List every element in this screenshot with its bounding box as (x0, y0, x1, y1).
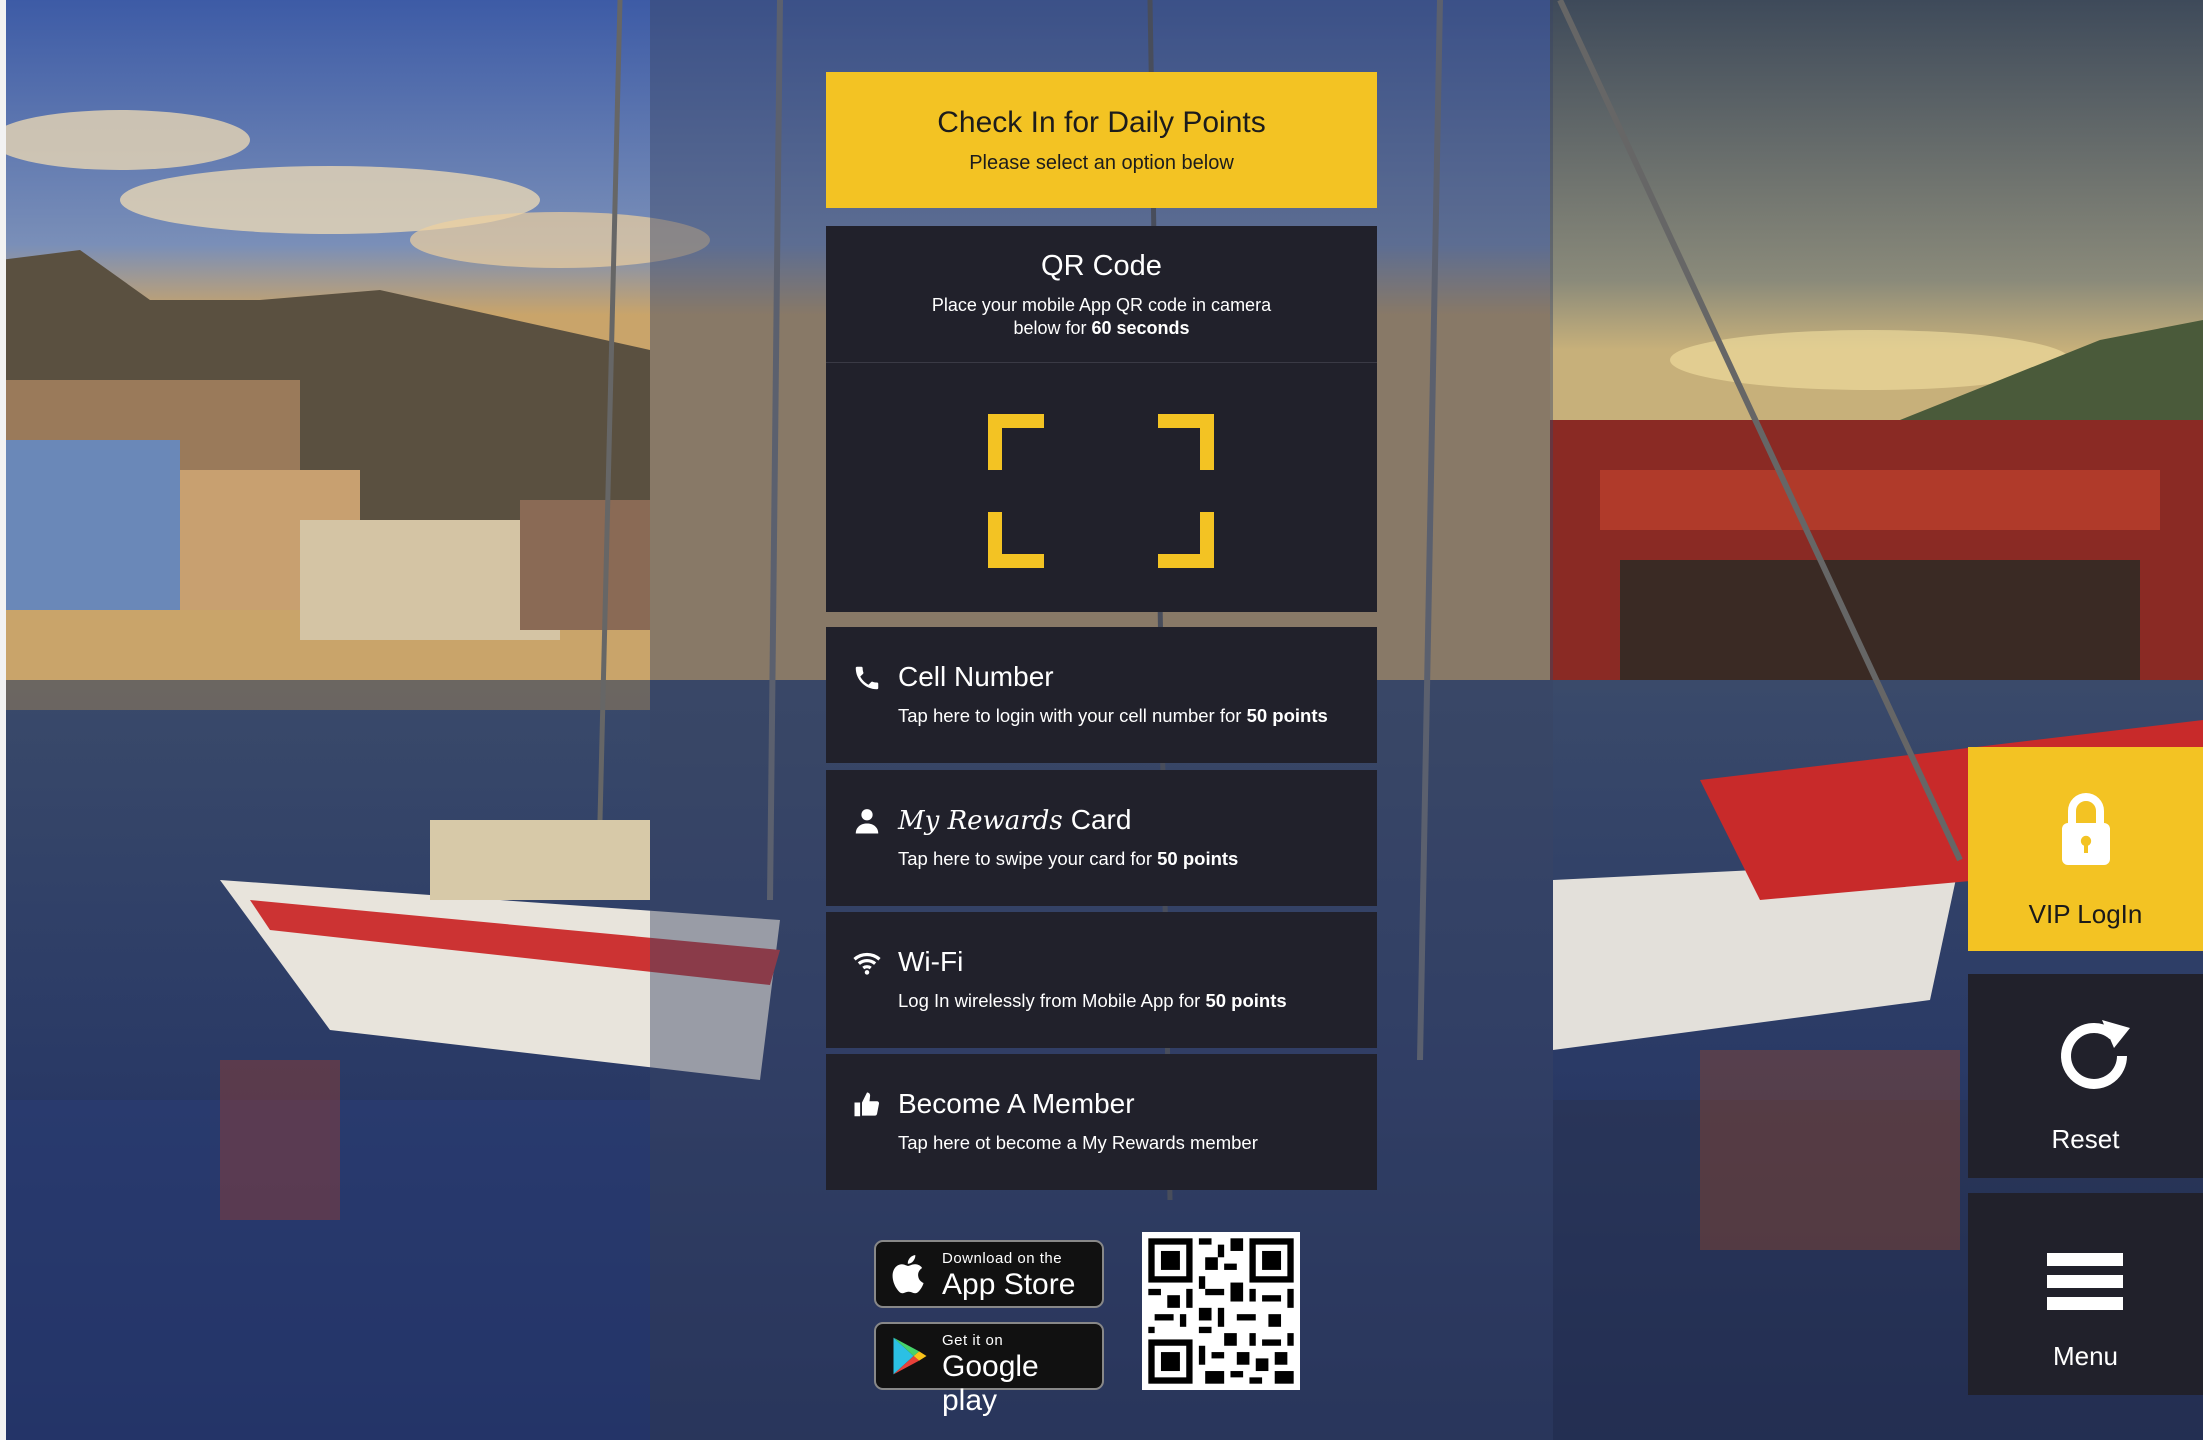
check-in-header: Check In for Daily Points Please select … (826, 72, 1377, 208)
rewards-card-option[interactable]: My Rewards Card Tap here to swipe your ca… (826, 770, 1377, 906)
my-rewards-script-text: My Rewards (898, 806, 1063, 836)
rewards-card-title-text: Card (1070, 804, 1132, 835)
qr-instruction-line1: Place your mobile App QR code in camera (931, 295, 1272, 315)
become-member-option[interactable]: Become A Member Tap here ot become a My … (826, 1054, 1377, 1190)
user-icon (855, 809, 879, 834)
app-store-badge[interactable]: Download on the App Store (874, 1240, 1104, 1308)
vip-login-label: VIP LogIn (2028, 899, 2143, 929)
menu-label: Menu (2052, 1341, 2119, 1371)
qr-code-panel: QR Code Place your mobile App QR code in… (826, 226, 1377, 612)
reset-button[interactable]: Reset (1968, 974, 2203, 1178)
cell-number-option[interactable]: Cell Number Tap here to login with your … (826, 627, 1377, 763)
hamburger-menu-icon (2047, 1253, 2123, 1310)
wifi-icon (853, 952, 881, 975)
reset-label: Reset (2051, 1124, 2120, 1154)
qr-instruction-line2-prefix: below for (1013, 318, 1087, 338)
google-play-small-text: Get it on (942, 1332, 1004, 1349)
wifi-description: Log In wirelessly from Mobile App for 50… (898, 990, 1287, 1012)
apple-icon (892, 1255, 924, 1294)
google-play-icon (893, 1337, 927, 1375)
app-store-small-text: Download on the (942, 1250, 1063, 1267)
wifi-title: Wi-Fi (898, 946, 964, 977)
phone-icon (855, 666, 879, 690)
cell-number-title: Cell Number (898, 661, 1054, 692)
become-member-title: Become A Member (898, 1088, 1135, 1119)
wifi-option[interactable]: Wi-Fi Log In wirelessly from Mobile App … (826, 912, 1377, 1048)
qr-code-image (1142, 1232, 1300, 1390)
rewards-card-description-text: Tap here to swipe your card for (898, 848, 1152, 869)
wifi-points: 50 points (1205, 990, 1287, 1011)
page-subtitle: Please select an option below (969, 152, 1234, 174)
google-play-badge[interactable]: Get it on Google play (874, 1322, 1104, 1417)
wifi-description-text: Log In wirelessly from Mobile App for (898, 990, 1201, 1011)
scan-corner-top-left (988, 414, 1044, 470)
qr-code-title: QR Code (1041, 250, 1162, 282)
rewards-card-points: 50 points (1157, 848, 1239, 869)
google-play-big-text: Google play (942, 1350, 1039, 1417)
cell-number-description-text: Tap here to login with your cell number … (898, 705, 1242, 726)
page-title: Check In for Daily Points (937, 106, 1266, 139)
scan-corner-top-right (1158, 414, 1214, 470)
rewards-card-description: Tap here to swipe your card for 50 point… (898, 848, 1238, 870)
lock-icon (2062, 793, 2110, 865)
qr-code-instructions: Place your mobile App QR code in camera … (886, 294, 1317, 340)
scan-corner-bottom-left (988, 512, 1044, 568)
vip-login-button[interactable]: VIP LogIn (1968, 747, 2203, 951)
scan-frame-icon (988, 414, 1214, 568)
rewards-card-title: My Rewards Card (898, 804, 1131, 836)
menu-button[interactable]: Menu (1968, 1193, 2203, 1395)
app-download-qr-code[interactable] (1142, 1232, 1300, 1390)
qr-divider (826, 362, 1377, 363)
app-store-big-text: App Store (942, 1268, 1076, 1301)
refresh-icon (2061, 1020, 2130, 1089)
cell-number-description: Tap here to login with your cell number … (898, 705, 1328, 727)
thumbs-up-icon (854, 1092, 880, 1117)
cell-number-points: 50 points (1246, 705, 1328, 726)
qr-instruction-duration: 60 seconds (1091, 318, 1190, 338)
become-member-description: Tap here ot become a My Rewards member (898, 1132, 1258, 1153)
scan-corner-bottom-right (1158, 512, 1214, 568)
